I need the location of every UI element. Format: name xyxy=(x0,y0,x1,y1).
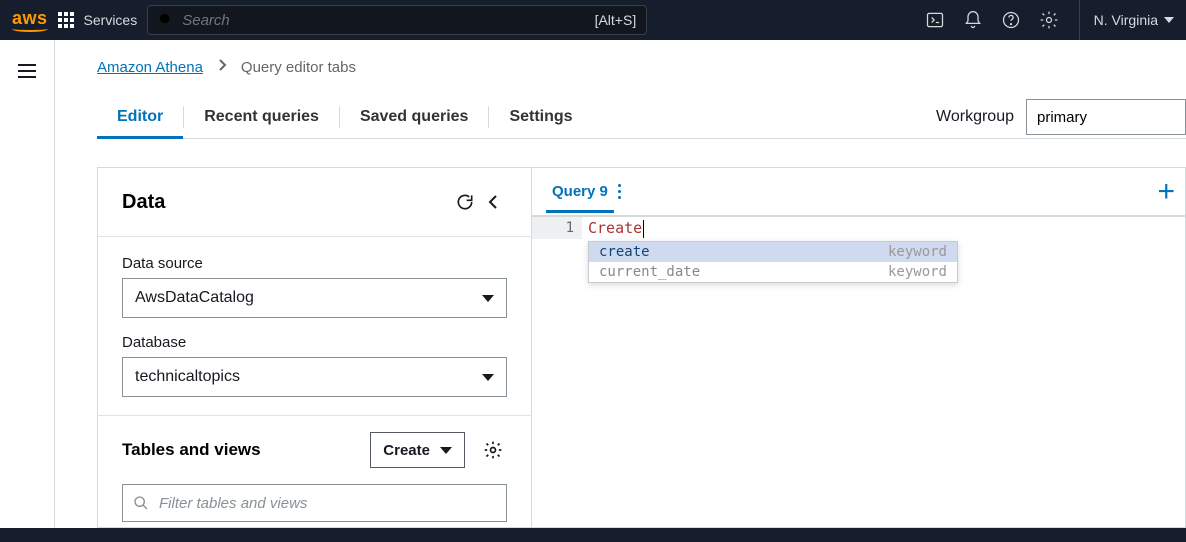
caret-down-icon xyxy=(440,447,452,454)
chevron-right-icon xyxy=(217,58,227,76)
database-label: Database xyxy=(122,334,507,351)
aws-logo[interactable]: aws xyxy=(12,8,48,32)
aws-top-nav: aws Services [Alt+S] N. Virginia xyxy=(0,0,1186,40)
datasource-label: Data source xyxy=(122,255,507,272)
query-tab[interactable]: Query 9 xyxy=(546,171,614,212)
services-menu[interactable]: Services xyxy=(84,12,138,28)
breadcrumb-current: Query editor tabs xyxy=(241,59,356,76)
bottom-bar xyxy=(0,528,1186,542)
search-icon xyxy=(158,12,174,28)
tab-editor[interactable]: Editor xyxy=(97,96,183,138)
services-grid-icon[interactable] xyxy=(58,12,74,28)
autocomplete-item[interactable]: current_date keyword xyxy=(589,262,957,282)
data-panel: Data Data source AwsDataCatalog Database xyxy=(97,167,532,528)
create-table-button[interactable]: Create xyxy=(370,432,465,468)
tab-saved-queries[interactable]: Saved queries xyxy=(340,96,489,138)
caret-down-icon xyxy=(482,295,494,302)
line-number: 1 xyxy=(532,217,582,239)
search-shortcut: [Alt+S] xyxy=(595,12,637,28)
database-select[interactable]: technicaltopics xyxy=(122,357,507,397)
query-editor-panel: Query 9 + 1 Create create keyword xyxy=(532,167,1186,528)
cloudshell-icon[interactable] xyxy=(921,10,949,30)
caret-down-icon xyxy=(482,374,494,381)
breadcrumb: Amazon Athena Query editor tabs xyxy=(97,58,1186,76)
autocomplete-item[interactable]: create keyword xyxy=(589,242,957,262)
refresh-button[interactable] xyxy=(451,188,479,216)
region-selector[interactable]: N. Virginia xyxy=(1079,0,1174,40)
workgroup-select[interactable]: primary xyxy=(1026,99,1186,135)
query-tab-menu[interactable] xyxy=(614,180,625,203)
sql-editor[interactable]: 1 Create create keyword current_date key… xyxy=(532,216,1185,527)
datasource-select[interactable]: AwsDataCatalog xyxy=(122,278,507,318)
tables-settings-button[interactable] xyxy=(479,436,507,464)
autocomplete-popup: create keyword current_date keyword xyxy=(588,241,958,283)
collapse-panel-button[interactable] xyxy=(479,188,507,216)
caret-down-icon xyxy=(1164,17,1174,23)
main-tabs: Editor Recent queries Saved queries Sett… xyxy=(97,96,593,138)
global-search[interactable]: [Alt+S] xyxy=(147,5,647,35)
search-icon xyxy=(133,495,149,511)
settings-icon[interactable] xyxy=(1035,10,1063,30)
workgroup-label: Workgroup xyxy=(936,108,1014,126)
search-input[interactable] xyxy=(182,12,586,29)
tables-filter-input[interactable]: Filter tables and views xyxy=(122,484,507,522)
code-line[interactable]: Create xyxy=(588,217,644,239)
breadcrumb-root[interactable]: Amazon Athena xyxy=(97,59,203,76)
add-query-tab-button[interactable]: + xyxy=(1157,177,1175,207)
tables-views-title: Tables and views xyxy=(122,440,356,460)
hamburger-icon[interactable] xyxy=(18,64,36,528)
help-icon[interactable] xyxy=(997,10,1025,30)
tab-settings[interactable]: Settings xyxy=(489,96,592,138)
tab-recent-queries[interactable]: Recent queries xyxy=(184,96,339,138)
notifications-icon[interactable] xyxy=(959,10,987,30)
left-rail xyxy=(0,40,55,528)
data-panel-title: Data xyxy=(122,191,451,214)
